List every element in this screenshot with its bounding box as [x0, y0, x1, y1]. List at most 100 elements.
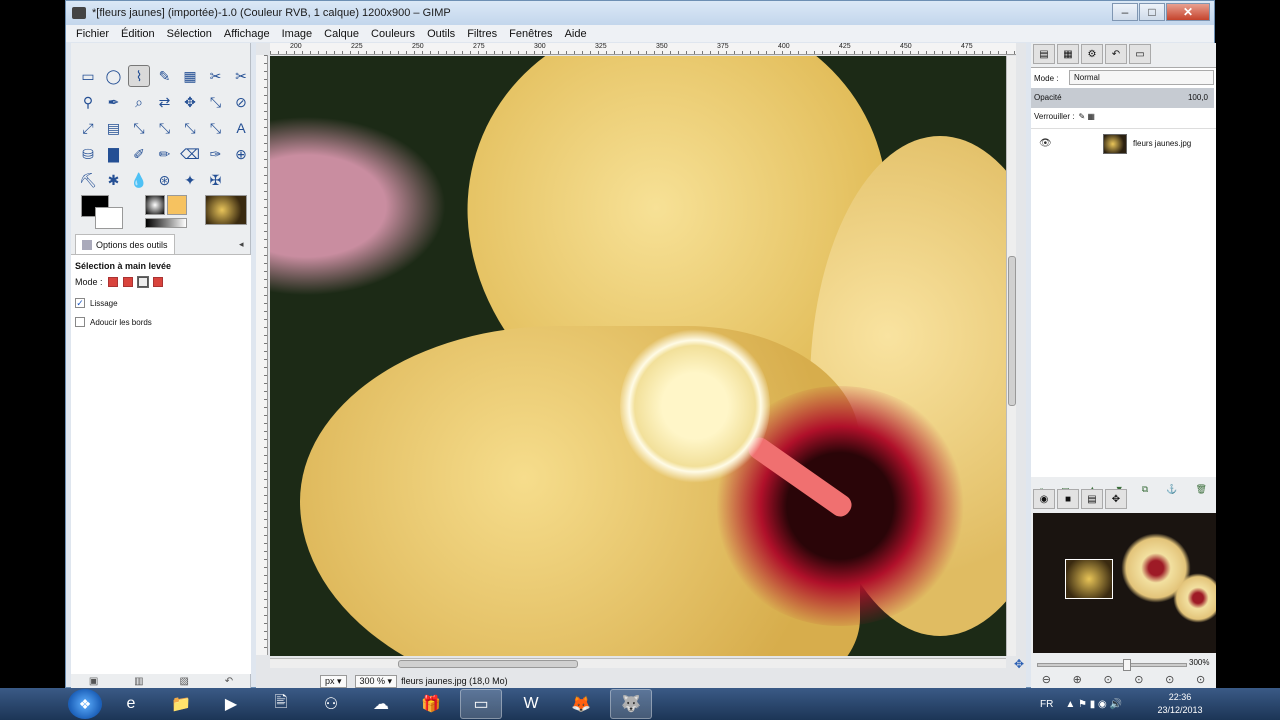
close-button[interactable]: ✕ — [1166, 3, 1210, 21]
mode-subtract-button[interactable] — [136, 276, 149, 288]
vertical-ruler[interactable] — [256, 55, 268, 655]
move-icon[interactable]: ✥ — [179, 91, 201, 113]
minimize-button[interactable]: – — [1112, 3, 1138, 21]
ellipse-select-icon[interactable]: ◯ — [103, 65, 125, 87]
menu-selection[interactable]: Sélection — [167, 28, 212, 40]
tab-tool-options[interactable]: Options des outils — [75, 234, 175, 254]
zoom-select[interactable]: 300 % ▾ — [354, 674, 398, 688]
scale-icon[interactable]: ▤ — [103, 117, 125, 139]
clone-icon[interactable]: ⛏ — [77, 169, 99, 191]
clock[interactable]: 22:36 23/12/2013 — [1150, 691, 1210, 717]
zoom-1-1-icon[interactable]: ⊙ — [1103, 673, 1112, 686]
pattern-preview[interactable] — [167, 195, 187, 215]
gradient-icon[interactable]: ▇ — [103, 143, 125, 165]
ink-icon[interactable]: ⊕ — [230, 143, 252, 165]
save-options-icon[interactable]: ▣ — [89, 676, 98, 687]
heal-icon[interactable]: ✱ — [103, 169, 125, 191]
adoucir-checkbox[interactable] — [75, 317, 85, 327]
maximize-button[interactable]: □ — [1139, 3, 1165, 21]
menu-outils[interactable]: Outils — [427, 28, 455, 40]
gift-icon[interactable]: 🎁 — [410, 689, 452, 719]
media-player-icon[interactable]: ▶ — [210, 689, 252, 719]
horizontal-ruler[interactable]: 200 225 250 275 300 325 350 375 400 425 450 475 — [270, 43, 1016, 55]
rect-select-icon[interactable]: ▭ — [77, 65, 99, 87]
duplicate-layer-icon[interactable]: ⧉ — [1142, 484, 1148, 500]
menu-affichage[interactable]: Affichage — [224, 28, 270, 40]
bucket-fill-icon[interactable]: ⛁ — [77, 143, 99, 165]
fit-image-icon[interactable]: ⊙ — [1134, 673, 1143, 686]
fill-window-icon[interactable]: ⊙ — [1165, 673, 1174, 686]
flip-icon[interactable]: ⤡ — [179, 117, 201, 139]
image-canvas[interactable] — [270, 56, 1006, 656]
title-bar[interactable]: *[fleurs jaunes] (importée)-1.0 (Couleur… — [66, 1, 1214, 25]
lissage-row[interactable]: ✓ Lissage — [75, 297, 247, 309]
align-icon[interactable]: ⤡ — [205, 91, 227, 113]
gimp-icon[interactable]: 🐺 — [610, 689, 652, 719]
fuzzy-select-icon[interactable]: ✎ — [154, 65, 176, 87]
adoucir-row[interactable]: Adoucir les bords — [75, 316, 247, 328]
ie-icon[interactable]: e — [110, 689, 152, 719]
free-select-icon[interactable]: ⌇ — [128, 65, 150, 87]
navigator-view-frame[interactable] — [1065, 559, 1113, 599]
zoom-slider[interactable] — [1037, 659, 1187, 671]
color-picker-icon[interactable]: ✒ — [103, 91, 125, 113]
eraser-icon[interactable]: ⌫ — [179, 143, 201, 165]
menu-image[interactable]: Image — [282, 28, 313, 40]
tab-layers[interactable]: ▤ — [1033, 44, 1055, 64]
h-scroll-thumb[interactable] — [398, 660, 578, 668]
navigate-icon[interactable]: ✥ — [1014, 657, 1024, 671]
lock-icons[interactable]: ✎ ▦ — [1078, 112, 1094, 121]
cage-icon[interactable]: ⤡ — [205, 117, 227, 139]
eye-icon[interactable]: 👁 — [1039, 138, 1053, 149]
tab-channels[interactable]: ▦ — [1057, 44, 1079, 64]
pencil-icon[interactable]: ✐ — [128, 143, 150, 165]
word-icon[interactable]: W — [510, 689, 552, 719]
zoom-out-icon[interactable]: ⊖ — [1042, 673, 1051, 686]
layer-name[interactable]: fleurs jaunes.jpg — [1133, 139, 1191, 148]
mode-intersect-button[interactable] — [152, 277, 163, 287]
mode-add-button[interactable] — [122, 277, 133, 287]
background-color[interactable] — [95, 207, 123, 229]
zoom-icon[interactable]: ⌕ — [128, 91, 150, 113]
reset-options-icon[interactable]: ↶ — [225, 676, 233, 687]
zoom-slider-knob[interactable] — [1123, 659, 1131, 671]
unit-select[interactable]: px ▾ — [320, 674, 347, 688]
gradient-preview[interactable] — [145, 218, 187, 228]
v-scroll-thumb[interactable] — [1008, 256, 1016, 406]
horizontal-scrollbar[interactable] — [270, 658, 1006, 668]
lissage-checkbox[interactable]: ✓ — [75, 298, 85, 308]
fg-bg-colors[interactable] — [81, 195, 125, 231]
tab-gradient[interactable]: ▤ — [1081, 489, 1103, 509]
start-button[interactable]: ❖ — [68, 689, 102, 719]
zoom-in-icon[interactable]: ⊕ — [1073, 673, 1082, 686]
navigator-preview[interactable] — [1033, 513, 1216, 653]
airbrush-icon[interactable]: ✑ — [205, 143, 227, 165]
document-icon[interactable]: 🖹 — [260, 689, 302, 719]
tab-pattern[interactable]: ■ — [1057, 489, 1079, 509]
rotate-icon[interactable]: ⤢ — [77, 117, 99, 139]
active-image-preview[interactable] — [205, 195, 247, 225]
delete-options-icon[interactable]: ▧ — [179, 676, 188, 687]
mode-replace-button[interactable] — [107, 277, 118, 287]
color-select-icon[interactable]: ▦ — [179, 65, 201, 87]
menu-filtres[interactable]: Filtres — [467, 28, 497, 40]
shrink-wrap-icon[interactable]: ⊙ — [1196, 673, 1205, 686]
panel-menu-icon[interactable]: ◂ — [239, 239, 244, 250]
perspective-icon[interactable]: ⤡ — [154, 117, 176, 139]
dodge-icon[interactable]: ✦ — [179, 169, 201, 191]
tab-paths[interactable]: ⚙ — [1081, 44, 1103, 64]
layer-row[interactable]: 👁 fleurs jaunes.jpg — [1031, 128, 1216, 158]
tray-icons[interactable]: ▲ ⚑ ▮ ◉ 🔊 — [1065, 699, 1122, 710]
window-switch-icon[interactable]: ▭ — [460, 689, 502, 719]
firefox-icon[interactable]: 🦊 — [560, 689, 602, 719]
restore-options-icon[interactable]: ▥ — [134, 676, 143, 687]
language-indicator[interactable]: FR — [1040, 699, 1053, 710]
delete-layer-icon[interactable]: 🗑 — [1196, 484, 1207, 500]
explorer-icon[interactable]: 📁 — [160, 689, 202, 719]
tab-navigation[interactable]: ✥ — [1105, 489, 1127, 509]
vertical-scrollbar[interactable] — [1006, 56, 1016, 656]
opacity-slider[interactable]: Opacité 100,0 — [1031, 88, 1214, 108]
menu-couleurs[interactable]: Couleurs — [371, 28, 415, 40]
scissors-icon[interactable]: ✂ — [205, 65, 227, 87]
burn-icon[interactable]: ✠ — [205, 169, 227, 191]
